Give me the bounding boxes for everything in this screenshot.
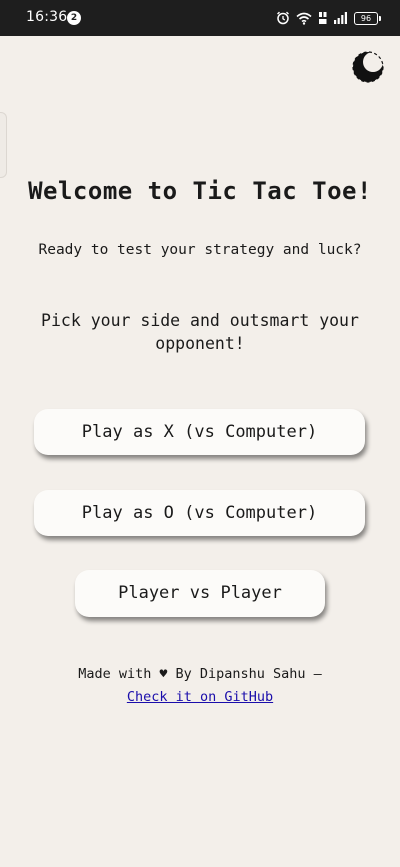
network-type-icon (318, 11, 328, 25)
footer: Made with ♥ By Dipanshu Sahu – Check it … (0, 663, 400, 708)
theme-toggle-button[interactable] (352, 51, 384, 83)
pick-side-text: Pick your side and outsmart your opponen… (41, 311, 359, 353)
footer-made-with: Made with (78, 666, 152, 682)
notification-badge: 2 (67, 11, 81, 25)
heart-icon: ♥ (159, 667, 168, 682)
alarm-icon (276, 11, 290, 25)
play-as-o-button[interactable]: Play as O (vs Computer) (34, 490, 365, 536)
github-link[interactable]: Check it on GitHub (127, 689, 273, 705)
status-icons: 96 (276, 9, 381, 27)
page-title: Welcome to Tic Tac Toe! (28, 177, 372, 205)
signal-icon (334, 12, 348, 24)
wifi-icon (296, 12, 312, 25)
status-time: 16:36 (26, 9, 68, 25)
status-bar: 16:36 2 96 (0, 0, 400, 36)
moon-icon (352, 51, 384, 83)
play-as-x-button[interactable]: Play as X (vs Computer) (34, 409, 365, 455)
footer-author: By Dipanshu Sahu – (175, 666, 322, 682)
edge-swipe-handle[interactable] (0, 112, 7, 178)
battery-icon: 96 (354, 11, 381, 25)
tagline-text: Ready to test your strategy and luck? (38, 242, 362, 258)
player-vs-player-button[interactable]: Player vs Player (75, 570, 325, 617)
footer-credit: Made with ♥ By Dipanshu Sahu – (0, 663, 400, 686)
